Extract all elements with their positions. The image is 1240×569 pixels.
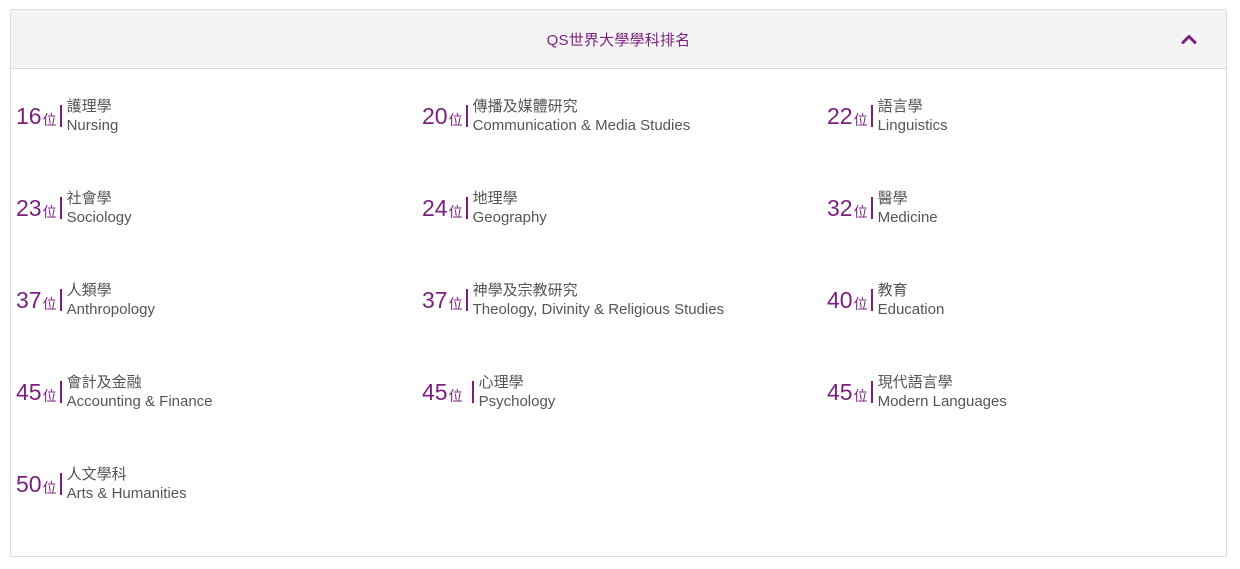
- rank-suffix: 位: [448, 204, 463, 220]
- subject-name-zh: 心理學: [478, 374, 524, 391]
- ranking-item: 24 位 地理學 Geography: [422, 189, 547, 227]
- ranking-item: 16 位 護理學 Nursing: [16, 97, 118, 135]
- rank-number: 16: [16, 102, 42, 129]
- ranking-item: 37 位 人類學 Anthropology: [16, 281, 155, 319]
- rank-number: 23: [16, 194, 42, 221]
- subject-name-en: Arts & Humanities: [66, 485, 187, 502]
- rank-suffix: 位: [853, 296, 868, 312]
- rank-number: 37: [16, 286, 42, 313]
- subject-name-en: Anthropology: [66, 301, 155, 318]
- rank-number: 32: [827, 194, 853, 221]
- subject-name-en: Medicine: [877, 209, 938, 226]
- rank-number: 20: [422, 102, 448, 129]
- subject-name-zh: 護理學: [66, 98, 112, 115]
- rank-suffix: 位: [42, 480, 57, 496]
- subject-name-en: Modern Languages: [877, 393, 1007, 410]
- rank-number: 40: [827, 286, 853, 313]
- rank-number: 50: [16, 470, 42, 497]
- rank-divider: [59, 473, 62, 495]
- subject-name-en: Communication & Media Studies: [472, 117, 691, 134]
- ranking-item: 40 位 教育 Education: [827, 281, 944, 319]
- chevron-up-icon[interactable]: [1178, 28, 1200, 50]
- rank-suffix: 位: [853, 388, 868, 404]
- rank-suffix: 位: [42, 112, 57, 128]
- ranking-item: 50 位 人文學科 Arts & Humanities: [16, 465, 187, 503]
- rank-divider: [59, 105, 62, 127]
- subject-name-zh: 現代語言學: [877, 374, 953, 391]
- ranking-item: 45 位 會計及金融 Accounting & Finance: [16, 373, 213, 411]
- rank-number: 45: [16, 378, 42, 405]
- rank-number: 22: [827, 102, 853, 129]
- subject-name-en: Linguistics: [877, 117, 948, 134]
- rank-suffix: 位: [448, 388, 463, 404]
- rank-suffix: 位: [853, 204, 868, 220]
- rank-divider: [59, 381, 62, 403]
- subject-name-en: Accounting & Finance: [66, 393, 213, 410]
- subject-name-zh: 會計及金融: [66, 374, 142, 391]
- subject-name-zh: 教育: [877, 282, 908, 299]
- rank-divider: [465, 105, 468, 127]
- subject-name-en: Education: [877, 301, 945, 318]
- rank-divider: [870, 197, 873, 219]
- rank-suffix: 位: [42, 204, 57, 220]
- panel-header[interactable]: QS世界大學學科排名: [11, 10, 1226, 69]
- subject-name-en: Psychology: [478, 393, 556, 410]
- ranking-item: 45 位 現代語言學 Modern Languages: [827, 373, 1007, 411]
- ranking-item: 23 位 社會學 Sociology: [16, 189, 132, 227]
- rank-number: 37: [422, 286, 448, 313]
- ranking-item: 22 位 語言學 Linguistics: [827, 97, 948, 135]
- subject-name-en: Sociology: [66, 209, 132, 226]
- rank-number: 45: [422, 378, 448, 405]
- subject-name-zh: 傳播及媒體研究: [472, 98, 578, 115]
- rank-divider: [870, 381, 873, 403]
- subject-name-zh: 神學及宗教研究: [472, 282, 578, 299]
- rank-suffix: 位: [42, 296, 57, 312]
- ranking-item: 37 位 神學及宗教研究 Theology, Divinity & Religio…: [422, 281, 724, 319]
- subject-name-en: Nursing: [66, 117, 119, 134]
- subject-name-zh: 地理學: [472, 190, 518, 207]
- rank-divider: [59, 197, 62, 219]
- ranking-item: 32 位 醫學 Medicine: [827, 189, 938, 227]
- rank-divider: [465, 197, 468, 219]
- subject-name-zh: 人類學: [66, 282, 112, 299]
- subject-name-zh: 語言學: [877, 98, 923, 115]
- panel-title: QS世界大學學科排名: [546, 31, 691, 49]
- ranking-item: 45 位 心理學 Psychology: [422, 373, 555, 411]
- subject-name-en: Geography: [472, 209, 547, 226]
- rank-suffix: 位: [448, 296, 463, 312]
- subject-name-zh: 醫學: [877, 190, 908, 207]
- subject-name-zh: 人文學科: [66, 466, 127, 483]
- rank-suffix: 位: [853, 112, 868, 128]
- rank-suffix: 位: [42, 388, 57, 404]
- rank-number: 45: [827, 378, 853, 405]
- rank-divider: [471, 381, 474, 403]
- rank-number: 24: [422, 194, 448, 221]
- subject-name-zh: 社會學: [66, 190, 112, 207]
- qs-subject-ranking-panel: QS世界大學學科排名 16 位 護理學 Nursing 20 位 傳播及媒體研究 C…: [10, 9, 1227, 557]
- rank-divider: [59, 289, 62, 311]
- rank-suffix: 位: [448, 112, 463, 128]
- rank-divider: [870, 105, 873, 127]
- subject-name-en: Theology, Divinity & Religious Studies: [472, 301, 725, 318]
- ranking-item: 20 位 傳播及媒體研究 Communication & Media Studie…: [422, 97, 690, 135]
- rank-divider: [870, 289, 873, 311]
- rank-divider: [465, 289, 468, 311]
